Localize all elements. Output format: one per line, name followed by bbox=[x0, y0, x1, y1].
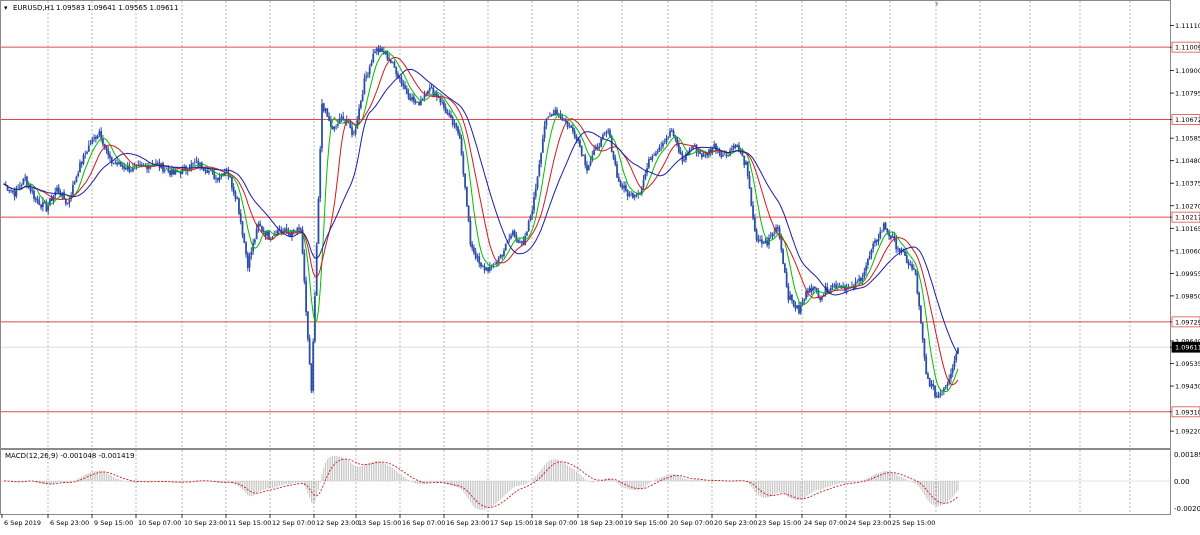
time-label: 24 Sep 23:00 bbox=[848, 519, 891, 527]
time-label: 18 Sep 23:00 bbox=[580, 519, 623, 527]
time-label: 24 Sep 07:00 bbox=[804, 519, 847, 527]
scroll-marker-icon[interactable]: ▾ bbox=[935, 0, 939, 8]
price-label: 1.10217 bbox=[1175, 214, 1200, 222]
time-label: 16 Sep 07:00 bbox=[402, 519, 445, 527]
price-label: 1.09850 bbox=[1175, 292, 1200, 300]
macd-scale-zero: 0.00 bbox=[1174, 478, 1190, 486]
chart-window: 1.11110 1.11009 1.10900 1.10795 1.10672 1.105… bbox=[0, 0, 1200, 531]
chart-canvas[interactable]: 1.11110 1.11009 1.10900 1.10795 1.10672 1.105… bbox=[0, 0, 1200, 531]
macd-label: MACD(12,26,9) -0.001048 -0.001419 bbox=[5, 452, 134, 460]
time-label: 13 Sep 15:00 bbox=[358, 519, 401, 527]
price-label: 1.11110 bbox=[1175, 22, 1200, 30]
price-label: 1.10672 bbox=[1175, 116, 1200, 124]
price-label: 1.10795 bbox=[1175, 90, 1200, 98]
time-label: 10 Sep 23:00 bbox=[184, 519, 227, 527]
price-label: 1.09430 bbox=[1175, 383, 1200, 391]
time-label: 6 Sep 2019 bbox=[4, 519, 41, 527]
time-label: 12 Sep 07:00 bbox=[272, 519, 315, 527]
macd-scale-top: 0.001895 bbox=[1174, 451, 1200, 459]
price-scale[interactable]: 1.11110 1.11009 1.10900 1.10795 1.10672 1.105… bbox=[1170, 22, 1200, 436]
price-label: 1.10270 bbox=[1175, 202, 1200, 210]
price-label: 1.10900 bbox=[1175, 67, 1200, 75]
time-label: 25 Sep 15:00 bbox=[892, 519, 935, 527]
time-label: 20 Sep 23:00 bbox=[714, 519, 757, 527]
symbol-label: EURUSD,H1 bbox=[13, 4, 54, 12]
time-label: 10 Sep 07:00 bbox=[138, 519, 181, 527]
price-label: 1.09220 bbox=[1175, 428, 1200, 436]
time-label: 19 Sep 15:00 bbox=[624, 519, 667, 527]
price-label: 1.09535 bbox=[1175, 360, 1200, 368]
price-label: 1.09955 bbox=[1175, 270, 1200, 278]
ohlc-readout: 1.09583 1.09641 1.09565 1.09611 bbox=[56, 4, 178, 12]
collapse-icon[interactable]: ▾ bbox=[4, 4, 8, 12]
price-label: 1.09729 bbox=[1175, 318, 1200, 326]
time-label: 20 Sep 07:00 bbox=[670, 519, 713, 527]
price-label: 1.09310 bbox=[1175, 408, 1200, 416]
time-label: 9 Sep 15:00 bbox=[94, 519, 133, 527]
macd-scale-bottom: -0.00206 bbox=[1174, 505, 1200, 513]
time-label: 12 Sep 23:00 bbox=[316, 519, 359, 527]
price-label: 1.09611 bbox=[1175, 344, 1200, 352]
time-scale[interactable]: 6 Sep 2019 6 Sep 23:00 9 Sep 15:00 10 Sep 0… bbox=[1, 514, 935, 527]
time-label: 18 Sep 07:00 bbox=[534, 519, 577, 527]
price-label: 1.10585 bbox=[1175, 135, 1200, 143]
price-label: 1.10060 bbox=[1175, 247, 1200, 255]
price-label: 1.10375 bbox=[1175, 180, 1200, 188]
price-label: 1.11009 bbox=[1175, 44, 1200, 52]
price-panel-frame bbox=[0, 0, 1171, 449]
price-label: 1.10480 bbox=[1175, 157, 1200, 165]
time-label: 6 Sep 23:00 bbox=[50, 519, 89, 527]
time-label: 16 Sep 23:00 bbox=[446, 519, 489, 527]
price-label: 1.10165 bbox=[1175, 225, 1200, 233]
time-label: 23 Sep 15:00 bbox=[758, 519, 801, 527]
time-label: 17 Sep 15:00 bbox=[490, 519, 533, 527]
time-label: 11 Sep 15:00 bbox=[228, 519, 271, 527]
